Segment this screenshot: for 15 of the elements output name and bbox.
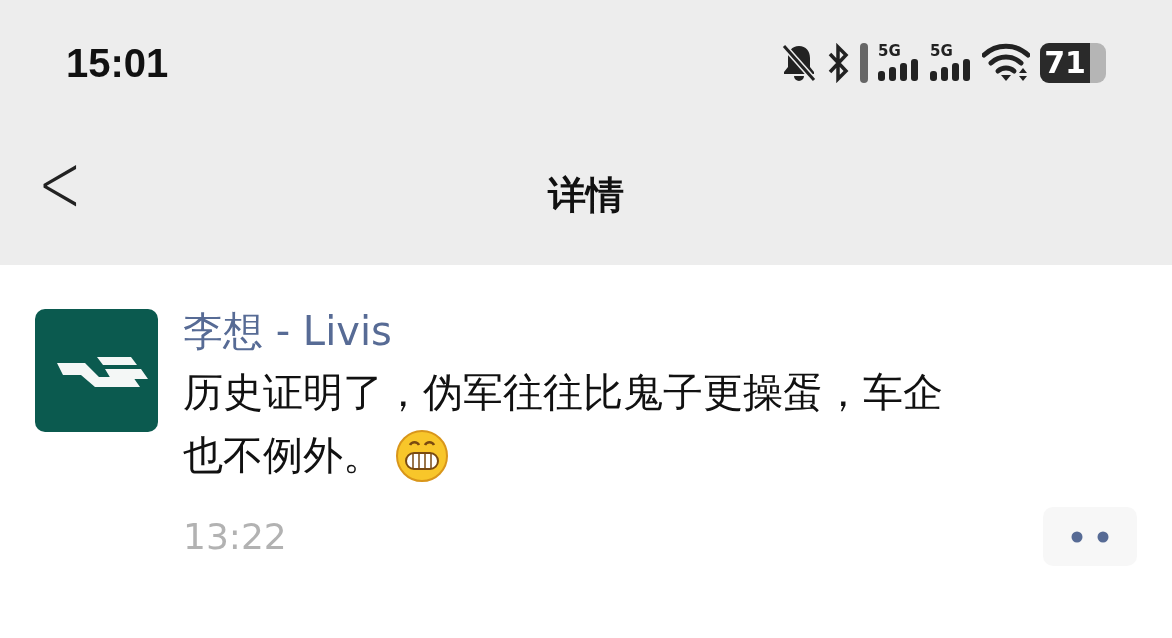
- post-time: 13:22: [183, 514, 287, 559]
- grinning-emoji-icon: [395, 428, 449, 483]
- battery-saver-bar-icon: [860, 42, 868, 83]
- back-button[interactable]: <: [38, 141, 82, 225]
- muted-bell-icon: [780, 42, 818, 83]
- post-text-line: 也不例外。: [183, 431, 383, 480]
- author-name[interactable]: 李想 - Livis: [183, 301, 1137, 361]
- bluetooth-icon: [828, 42, 850, 83]
- clock-time: 15:01: [66, 39, 169, 87]
- two-dots-icon: [1071, 530, 1109, 543]
- battery-indicator: 71: [1040, 42, 1106, 83]
- more-actions-button[interactable]: [1043, 507, 1137, 566]
- wifi-icon: [982, 42, 1030, 83]
- post-text-line: 历史证明了，伪军往往比鬼子更操蛋，车企: [183, 368, 943, 417]
- page-title: 详情: [548, 171, 624, 219]
